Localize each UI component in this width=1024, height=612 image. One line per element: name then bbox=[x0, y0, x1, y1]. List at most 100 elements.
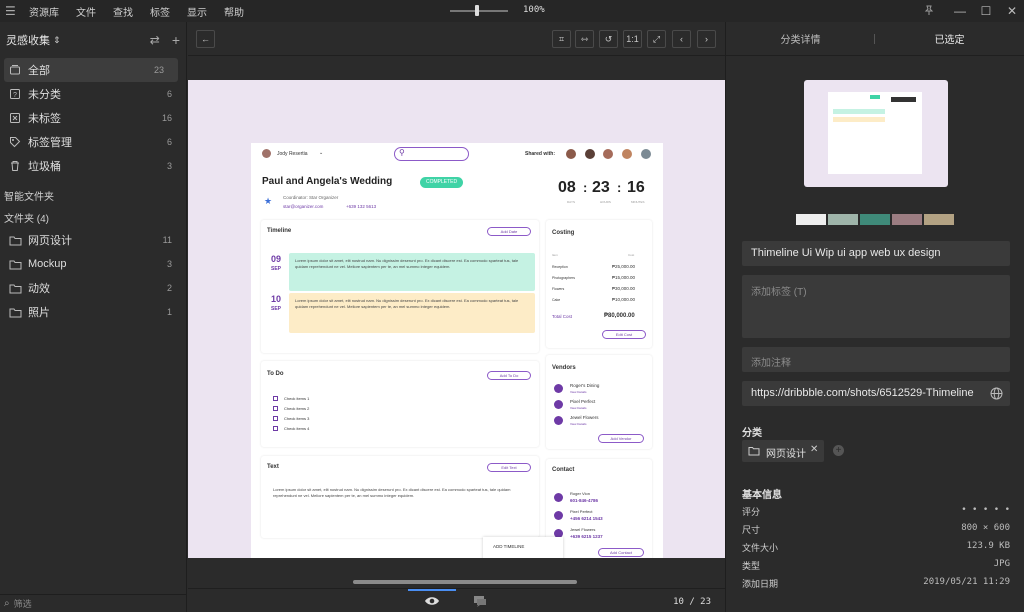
rotate-icon[interactable]: ↺ bbox=[599, 30, 618, 48]
folder-label: 网页设计 bbox=[28, 235, 72, 247]
rating-stars[interactable]: • • • • • bbox=[961, 505, 1010, 521]
info-key: 尺寸 bbox=[742, 525, 761, 535]
zoom-slider[interactable] bbox=[450, 10, 508, 12]
checkbox bbox=[273, 416, 278, 421]
horizontal-scrollbar[interactable] bbox=[353, 580, 577, 584]
uncategorized-icon: ? bbox=[8, 87, 22, 101]
sidebar-item-count: 16 bbox=[161, 113, 172, 123]
tab-selected[interactable]: 已选定 bbox=[875, 31, 1024, 46]
folder-item-web-design[interactable]: 网页设计 11 bbox=[0, 228, 186, 252]
card-title: To Do bbox=[267, 371, 284, 377]
folder-item-photos[interactable]: 照片 1 bbox=[0, 300, 186, 324]
contact-phone: 601-846-4786 bbox=[570, 498, 599, 503]
color-swatch[interactable] bbox=[892, 214, 922, 225]
avatar bbox=[622, 149, 632, 159]
library-header: 灵感收集 ⇕ ⇄ + bbox=[0, 22, 186, 58]
card-title: Costing bbox=[552, 230, 575, 236]
notes-placeholder: 添加注释 bbox=[751, 358, 791, 369]
minimize-button[interactable]: — bbox=[952, 3, 968, 19]
menu-view[interactable]: 显示 bbox=[187, 4, 207, 19]
add-category-icon[interactable]: + bbox=[833, 445, 844, 456]
folder-label: 动效 bbox=[28, 283, 50, 295]
color-swatch[interactable] bbox=[796, 214, 826, 225]
fullscreen-icon[interactable]: ⤢ bbox=[647, 30, 666, 48]
info-value: 800 × 600 bbox=[961, 523, 1010, 533]
sidebar-item-tag-manager[interactable]: 标签管理 6 bbox=[0, 130, 186, 154]
sidebar-item-all[interactable]: 全部 23 bbox=[4, 58, 178, 82]
color-swatch[interactable] bbox=[924, 214, 954, 225]
info-key: 评分 bbox=[742, 507, 761, 517]
folder-icon bbox=[8, 257, 22, 271]
menu-help[interactable]: 帮助 bbox=[224, 4, 244, 19]
previous-icon[interactable]: ‹ bbox=[672, 30, 691, 48]
info-row-type: 类型 JPG bbox=[742, 559, 1010, 575]
menu-find[interactable]: 查找 bbox=[113, 4, 133, 19]
vendor-name: Roger's Dining bbox=[570, 383, 600, 388]
folder-icon bbox=[8, 233, 22, 247]
menu-file[interactable]: 文件 bbox=[76, 4, 96, 19]
costing-value: ₱15,000.00 bbox=[612, 275, 636, 280]
folder-item-motion[interactable]: 动效 2 bbox=[0, 276, 186, 300]
image-viewer[interactable]: Jody Resertia ⌄ ⚲ Shared with: Paul and … bbox=[188, 80, 725, 558]
globe-icon[interactable] bbox=[990, 387, 1003, 400]
menu-library[interactable]: 资源库 bbox=[29, 4, 59, 19]
trash-icon bbox=[8, 159, 22, 173]
timeline-card: Timeline Add Date 09 SEP Lorem ipsum dol… bbox=[261, 220, 539, 353]
title-field[interactable]: Thimeline Ui Wip ui app web ux design bbox=[742, 241, 1010, 266]
add-icon[interactable]: + bbox=[172, 32, 180, 48]
info-row-rating: 评分 • • • • • bbox=[742, 505, 1010, 521]
chevron-updown-icon[interactable]: ⇕ bbox=[53, 35, 61, 46]
info-row-date-added: 添加日期 2019/05/21 11:29 bbox=[742, 577, 1010, 593]
color-swatch[interactable] bbox=[860, 214, 890, 225]
costing-total-label: Total Cost bbox=[552, 314, 573, 319]
notes-field[interactable]: 添加注释 bbox=[742, 347, 1010, 372]
filter-bar[interactable]: ⌕ 筛选 bbox=[0, 594, 187, 612]
sidebar-item-trash[interactable]: 垃圾桶 3 bbox=[0, 154, 186, 178]
url-field[interactable]: https://dribbble.com/shots/6512529-Thime… bbox=[742, 381, 1010, 406]
category-chip[interactable]: 网页设计 ✕ bbox=[742, 440, 824, 462]
zoom-slider-handle[interactable] bbox=[475, 5, 479, 16]
pin-icon[interactable] bbox=[921, 3, 937, 19]
info-key: 类型 bbox=[742, 561, 761, 571]
library-switcher[interactable]: 灵感收集 bbox=[6, 32, 50, 48]
filter-input[interactable]: 筛选 bbox=[14, 597, 32, 610]
timeline-day: 09 bbox=[271, 254, 282, 264]
comments-icon[interactable] bbox=[473, 595, 487, 608]
fit-width-icon[interactable]: ⇿ bbox=[575, 30, 594, 48]
color-swatch[interactable] bbox=[828, 214, 858, 225]
folder-item-mockup[interactable]: Mockup 3 bbox=[0, 252, 186, 276]
crop-icon[interactable]: ⌗ bbox=[552, 30, 571, 48]
folder-icon bbox=[8, 281, 22, 295]
sidebar-item-untagged[interactable]: 未标签 16 bbox=[0, 106, 186, 130]
preview-tab[interactable] bbox=[408, 589, 456, 612]
actual-size-button[interactable]: 1:1 bbox=[623, 30, 642, 48]
chevron-down-icon: ⌄ bbox=[319, 150, 324, 156]
viewer-toolbar: ← ⌗ ⇿ ↺ 1:1 ⤢ ‹ › bbox=[188, 22, 725, 56]
costing-item: Cake bbox=[552, 298, 561, 302]
sidebar-item-label: 未分类 bbox=[28, 89, 61, 101]
menu-tags[interactable]: 标签 bbox=[150, 4, 170, 19]
back-button[interactable]: ← bbox=[196, 30, 215, 48]
todo-item: Check items 3 bbox=[284, 416, 310, 421]
checkbox-checked bbox=[273, 396, 278, 401]
selected-thumbnail[interactable] bbox=[804, 80, 948, 187]
mock-search-box: ⚲ bbox=[394, 147, 469, 161]
hamburger-menu-icon[interactable]: ☰ bbox=[5, 4, 21, 18]
remove-category-icon[interactable]: ✕ bbox=[810, 444, 818, 455]
next-icon[interactable]: › bbox=[697, 30, 716, 48]
sidebar-item-uncategorized[interactable]: ? 未分类 6 bbox=[0, 82, 186, 106]
smart-folders-heading[interactable]: 智能文件夹 bbox=[0, 182, 186, 206]
tags-field[interactable]: 添加标签 (T) bbox=[742, 275, 1010, 338]
close-button[interactable]: ✕ bbox=[1004, 3, 1020, 19]
folder-label: Mockup bbox=[28, 258, 67, 270]
maximize-button[interactable]: ☐ bbox=[978, 3, 994, 19]
info-value: 2019/05/21 11:29 bbox=[923, 577, 1010, 587]
costing-value: ₱30,000.00 bbox=[612, 286, 636, 291]
add-date-button: Add Date bbox=[487, 227, 531, 236]
folder-count: 1 bbox=[166, 307, 172, 317]
tab-category-details[interactable]: 分类详情 bbox=[726, 31, 875, 46]
sync-icon[interactable]: ⇄ bbox=[150, 33, 160, 47]
timer-label: HOURS bbox=[600, 200, 611, 204]
avatar bbox=[585, 149, 595, 159]
folders-heading[interactable]: 文件夹 (4) bbox=[0, 206, 186, 228]
